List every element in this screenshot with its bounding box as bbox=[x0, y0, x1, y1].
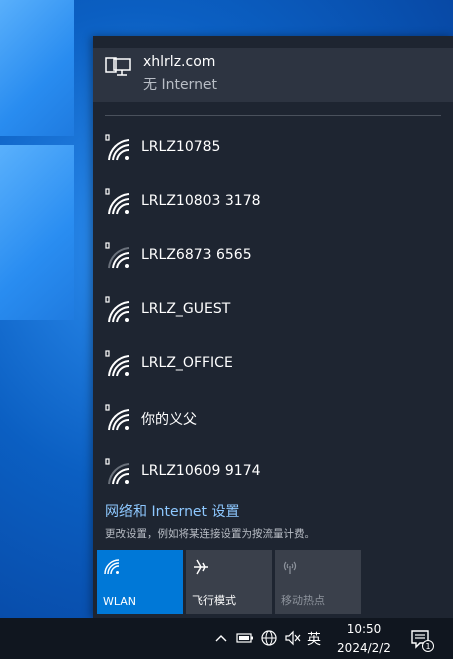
wlan-toggle-button[interactable]: WLAN bbox=[97, 550, 183, 614]
wifi-network-name: LRLZ6873 6565 bbox=[141, 247, 252, 263]
network-settings-description: 更改设置，例如将某连接设置为按流量计费。 bbox=[105, 528, 315, 540]
secured-wifi-icon bbox=[105, 404, 130, 431]
connected-network[interactable]: xhlrlz.com 无 Internet bbox=[93, 48, 453, 102]
connected-network-name: xhlrlz.com bbox=[143, 54, 216, 70]
wifi-network-name: LRLZ_GUEST bbox=[141, 301, 231, 317]
volume-muted-icon[interactable] bbox=[284, 628, 302, 648]
wallpaper-window-pane bbox=[0, 0, 74, 136]
wifi-network-name: LRLZ10609 9174 bbox=[141, 463, 261, 479]
taskbar: 英 10:50 2024/2/2 1 bbox=[0, 618, 453, 659]
secured-wifi-icon bbox=[105, 296, 130, 323]
wifi-network-item[interactable]: LRLZ10803 3178 bbox=[93, 180, 453, 224]
divider bbox=[105, 115, 441, 116]
battery-icon[interactable] bbox=[236, 628, 254, 648]
airplane-mode-button[interactable]: 飞行模式 bbox=[186, 550, 272, 614]
airplane-mode-label: 飞行模式 bbox=[192, 594, 236, 607]
clock-date[interactable]: 2024/2/2 bbox=[332, 641, 396, 655]
ethernet-monitor-icon bbox=[105, 57, 131, 76]
wifi-network-item[interactable]: LRLZ6873 6565 bbox=[93, 234, 453, 278]
wifi-icon bbox=[104, 559, 120, 575]
wifi-network-name: LRLZ10803 3178 bbox=[141, 193, 261, 209]
mobile-hotspot-label: 移动热点 bbox=[281, 594, 325, 607]
notification-count: 1 bbox=[425, 642, 430, 651]
globe-network-icon[interactable] bbox=[260, 628, 278, 648]
mobile-hotspot-button[interactable]: 移动热点 bbox=[275, 550, 361, 614]
wifi-network-name: LRLZ10785 bbox=[141, 139, 221, 155]
secured-wifi-icon bbox=[105, 188, 130, 215]
wifi-network-name: 你的义父 bbox=[141, 412, 197, 428]
wifi-network-item[interactable]: 你的义父 bbox=[93, 396, 453, 440]
input-language-indicator[interactable]: 英 bbox=[307, 629, 321, 649]
hotspot-icon bbox=[283, 561, 297, 574]
wifi-network-item[interactable]: LRLZ10609 9174 bbox=[93, 450, 453, 494]
chevron-up-icon[interactable] bbox=[214, 628, 228, 648]
wifi-network-item[interactable]: LRLZ_OFFICE bbox=[93, 342, 453, 386]
wallpaper-window-pane bbox=[0, 145, 74, 320]
connected-network-status: 无 Internet bbox=[143, 77, 218, 93]
secured-wifi-weak-icon bbox=[105, 242, 130, 269]
clock-time[interactable]: 10:50 bbox=[342, 622, 386, 636]
network-flyout: xhlrlz.com 无 Internet LRLZ10785 LRLZ1080… bbox=[93, 36, 453, 618]
airplane-icon bbox=[194, 559, 208, 575]
wifi-network-item[interactable]: LRLZ10785 bbox=[93, 126, 453, 170]
secured-wifi-icon bbox=[105, 134, 130, 161]
secured-wifi-weak-icon bbox=[105, 458, 130, 485]
wifi-network-item[interactable]: LRLZ_GUEST bbox=[93, 288, 453, 332]
wlan-label: WLAN bbox=[103, 595, 137, 608]
secured-wifi-icon bbox=[105, 350, 130, 377]
action-center-icon[interactable]: 1 bbox=[410, 628, 434, 652]
network-settings-link[interactable]: 网络和 Internet 设置 bbox=[105, 501, 240, 521]
wifi-network-name: LRLZ_OFFICE bbox=[141, 355, 233, 371]
